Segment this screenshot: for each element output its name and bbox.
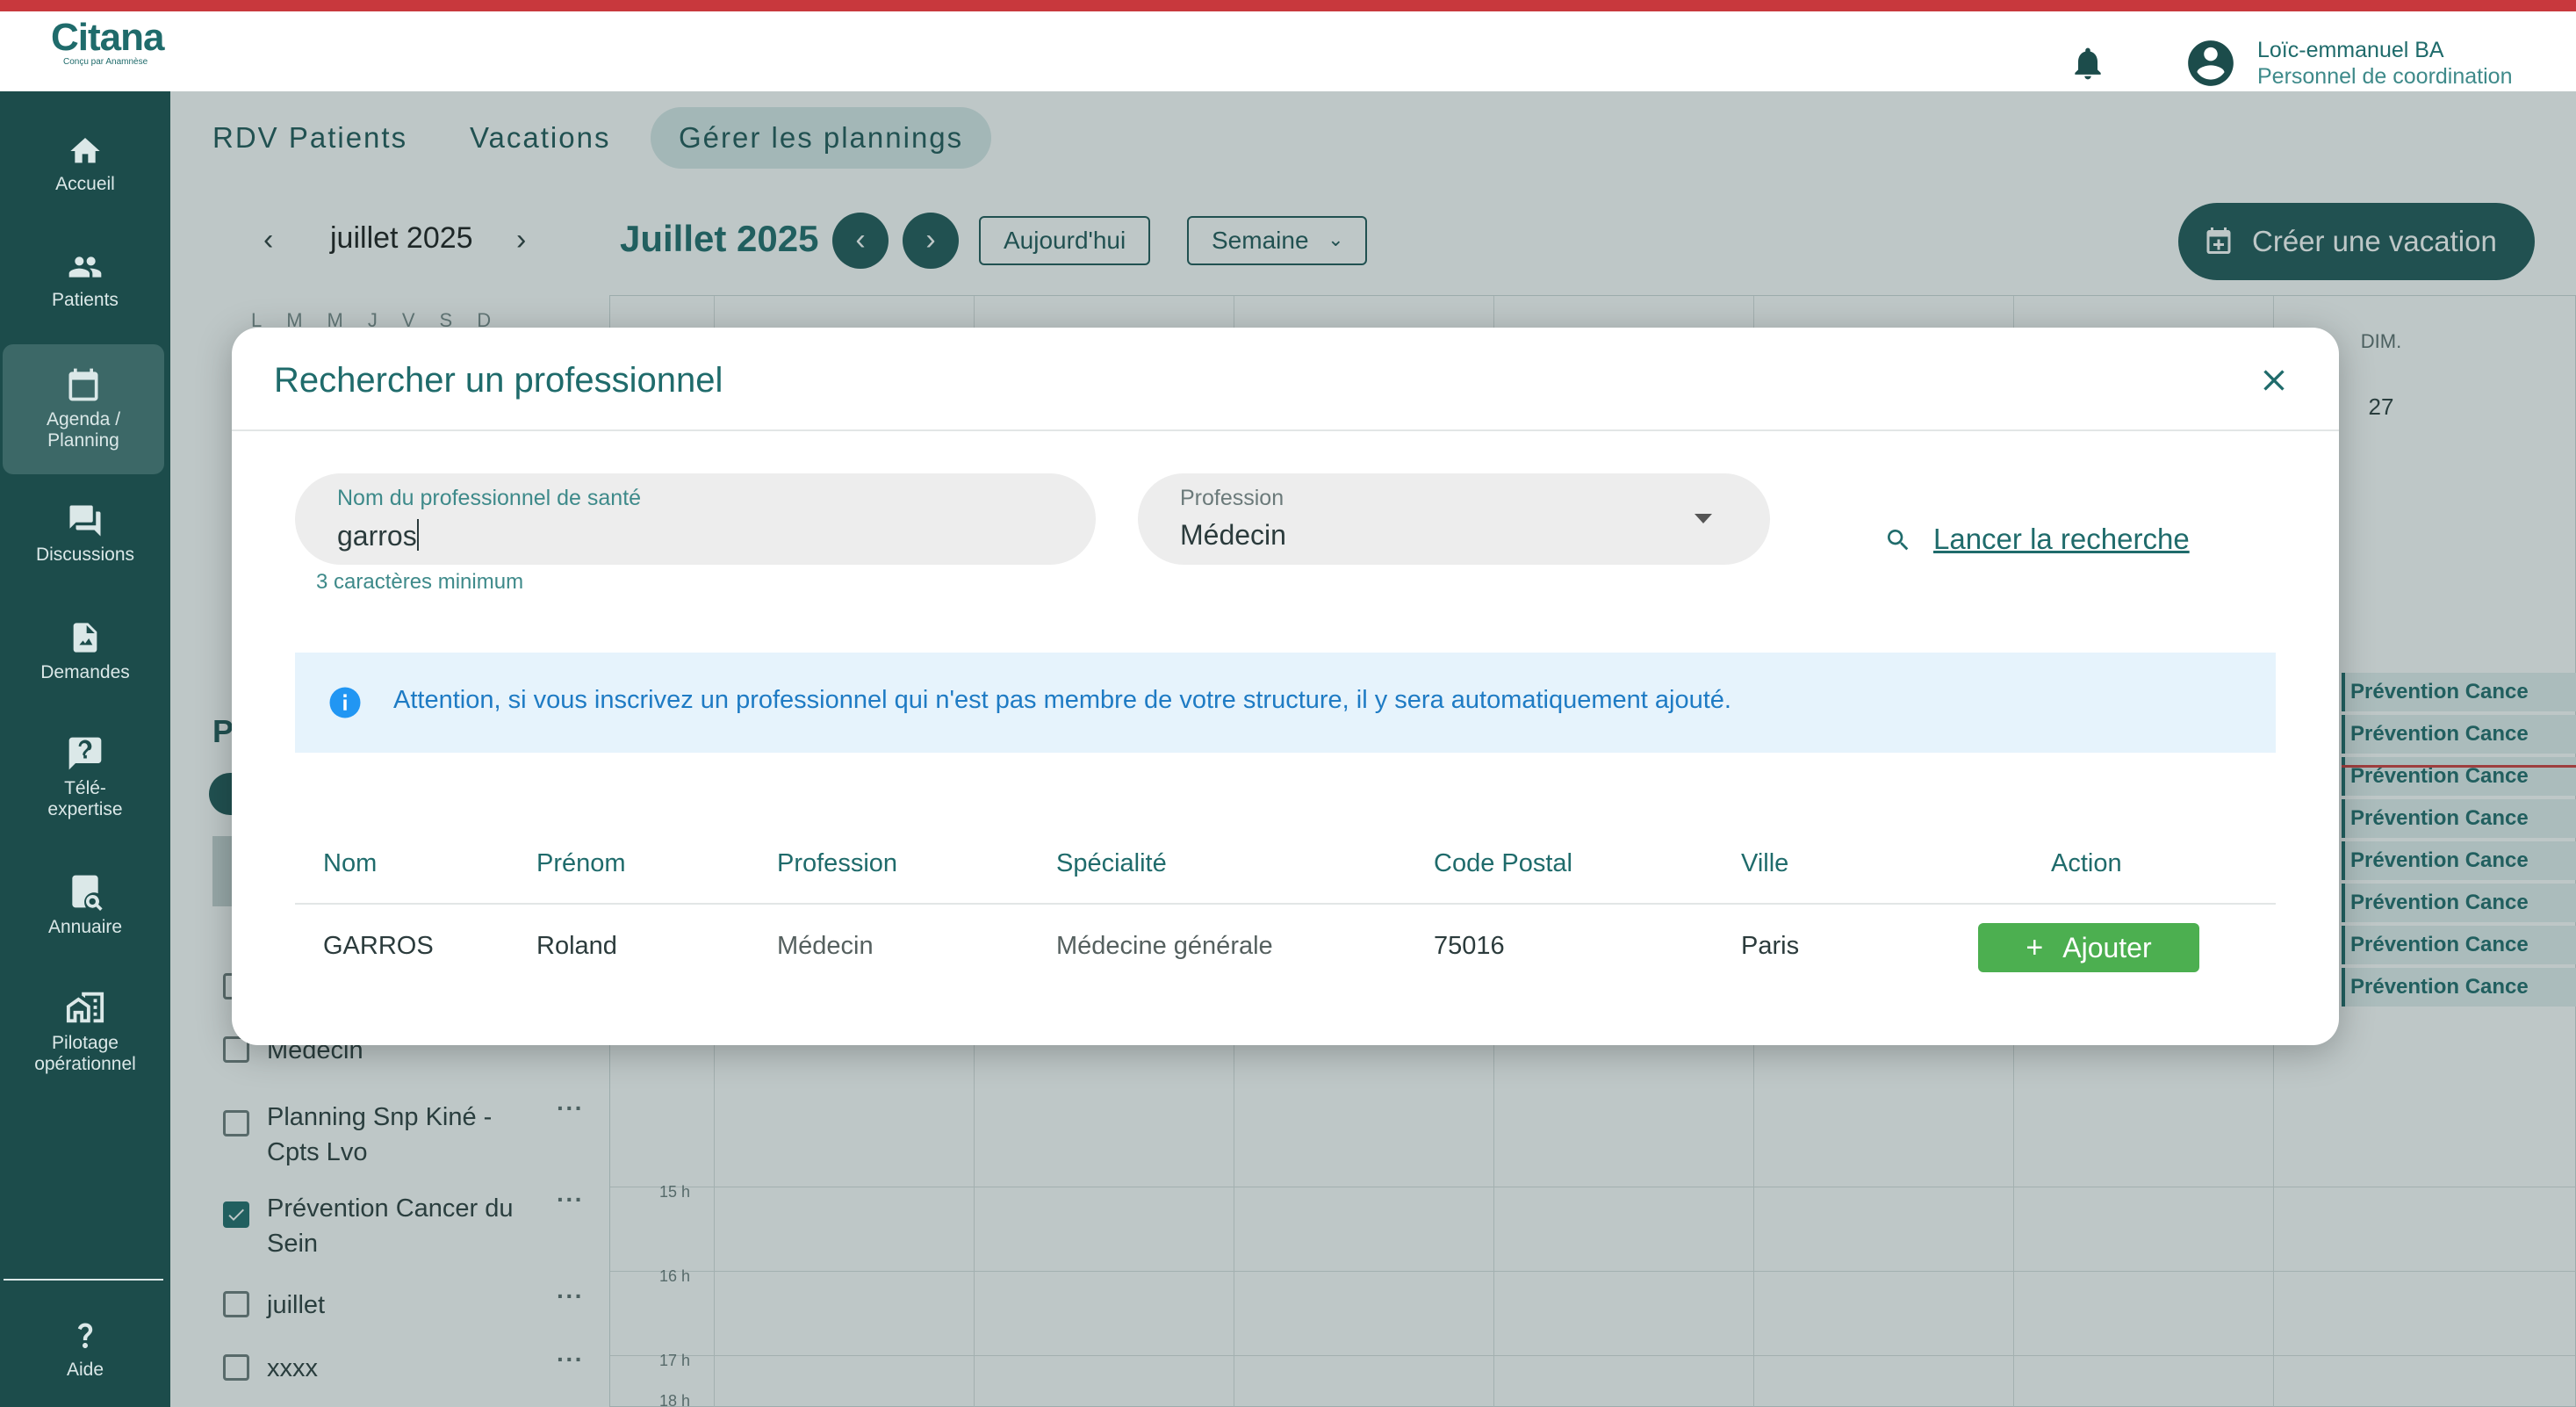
column-header-prenom: Prénom xyxy=(536,849,626,877)
sidebar-item-annuaire[interactable]: Annuaire xyxy=(0,871,170,938)
sidebar-divider xyxy=(4,1279,163,1281)
logo-text: Citana xyxy=(51,16,164,59)
sidebar-item-label: Annuaire xyxy=(47,917,123,937)
file-icon xyxy=(73,623,97,653)
sidebar-item-pilotage[interactable]: Pilotage opérationnel xyxy=(0,987,170,1075)
sidebar-item-discussions[interactable]: Discussions xyxy=(0,502,170,566)
sidebar-item-accueil[interactable]: Accueil xyxy=(0,133,170,195)
user-avatar-icon[interactable] xyxy=(2184,36,2238,90)
column-header-specialite: Spécialité xyxy=(1056,849,1167,877)
sidebar-item-demandes[interactable]: Demandes xyxy=(0,618,170,683)
search-icon[interactable] xyxy=(1884,526,1912,554)
sidebar-item-label: Télé-expertise xyxy=(47,778,123,819)
chat-icon xyxy=(69,505,101,537)
profession-select[interactable]: Profession Médecin xyxy=(1138,473,1770,565)
info-icon xyxy=(329,687,361,718)
sidebar-item-label: Aide xyxy=(66,1360,104,1380)
column-header-code-postal: Code Postal xyxy=(1434,849,1572,877)
column-header-ville: Ville xyxy=(1741,849,1789,877)
sidebar-item-label: Patients xyxy=(52,290,119,310)
search-professional-dialog: Rechercher un professionnel Nom du profe… xyxy=(232,328,2339,1045)
app-logo[interactable]: Citana Conçu par Anamnèse xyxy=(51,16,164,68)
buildings-icon xyxy=(66,992,104,1023)
sidebar: Accueil Patients Agenda / Planning Discu… xyxy=(0,91,170,1407)
people-icon xyxy=(68,256,102,278)
sidebar-item-agenda[interactable]: Agenda / Planning xyxy=(3,344,164,474)
search-button[interactable]: Lancer la recherche xyxy=(1933,523,2190,556)
sidebar-item-tele-expertise[interactable]: Télé-expertise xyxy=(0,734,170,820)
home-icon xyxy=(70,138,100,163)
dropdown-arrow-icon xyxy=(1695,514,1712,523)
add-button-label: Ajouter xyxy=(2062,932,2152,963)
profession-select-label: Profession xyxy=(1180,486,1284,510)
question-bubble-icon xyxy=(68,737,102,770)
name-field[interactable]: Nom du professionnel de santé garros xyxy=(295,473,1096,565)
bell-icon[interactable] xyxy=(2069,43,2107,83)
table-header-divider xyxy=(295,903,2276,905)
column-header-nom: Nom xyxy=(323,849,378,877)
calendar-icon xyxy=(68,368,98,401)
sidebar-item-label: Agenda / Planning xyxy=(46,409,121,451)
top-bar: Citana Conçu par Anamnèse Loïc-emmanuel … xyxy=(0,11,2576,91)
cell-specialite: Médecine générale xyxy=(1056,932,1273,960)
sidebar-item-aide[interactable]: Aide xyxy=(0,1316,170,1381)
sidebar-item-patients[interactable]: Patients xyxy=(0,249,170,311)
column-header-profession: Profession xyxy=(777,849,898,877)
add-professional-button[interactable]: + Ajouter xyxy=(1978,923,2199,972)
sidebar-item-label: Pilotage opérationnel xyxy=(34,1033,136,1074)
directory-search-icon xyxy=(72,875,103,911)
plus-icon: + xyxy=(2026,931,2044,964)
cell-ville: Paris xyxy=(1741,932,1800,960)
sidebar-item-label: Demandes xyxy=(40,662,130,682)
alert-text: Attention, si vous inscrivez un professi… xyxy=(393,686,1731,714)
top-accent-bar xyxy=(0,0,2576,11)
cell-code-postal: 75016 xyxy=(1434,932,1505,960)
close-icon[interactable] xyxy=(2256,363,2292,398)
help-icon xyxy=(77,1323,93,1348)
column-header-action: Action xyxy=(2051,849,2122,877)
dialog-title: Rechercher un professionnel xyxy=(274,361,723,400)
name-field-value[interactable]: garros xyxy=(337,519,419,552)
cell-prenom: Roland xyxy=(536,932,617,960)
name-input-text: garros xyxy=(337,520,417,552)
cell-profession: Médecin xyxy=(777,932,874,960)
cell-nom: GARROS xyxy=(323,932,434,960)
text-cursor xyxy=(416,519,419,551)
sidebar-item-label: Discussions xyxy=(35,545,135,565)
profession-select-value: Médecin xyxy=(1180,519,1286,551)
user-role: Personnel de coordination xyxy=(2257,64,2513,89)
user-name[interactable]: Loïc-emmanuel BA xyxy=(2257,38,2444,63)
info-alert: Attention, si vous inscrivez un professi… xyxy=(295,653,2276,753)
name-field-label: Nom du professionnel de santé xyxy=(337,486,642,510)
name-field-helper: 3 caractères minimum xyxy=(316,570,524,594)
sidebar-item-label: Accueil xyxy=(55,174,115,194)
dialog-divider xyxy=(232,429,2339,431)
